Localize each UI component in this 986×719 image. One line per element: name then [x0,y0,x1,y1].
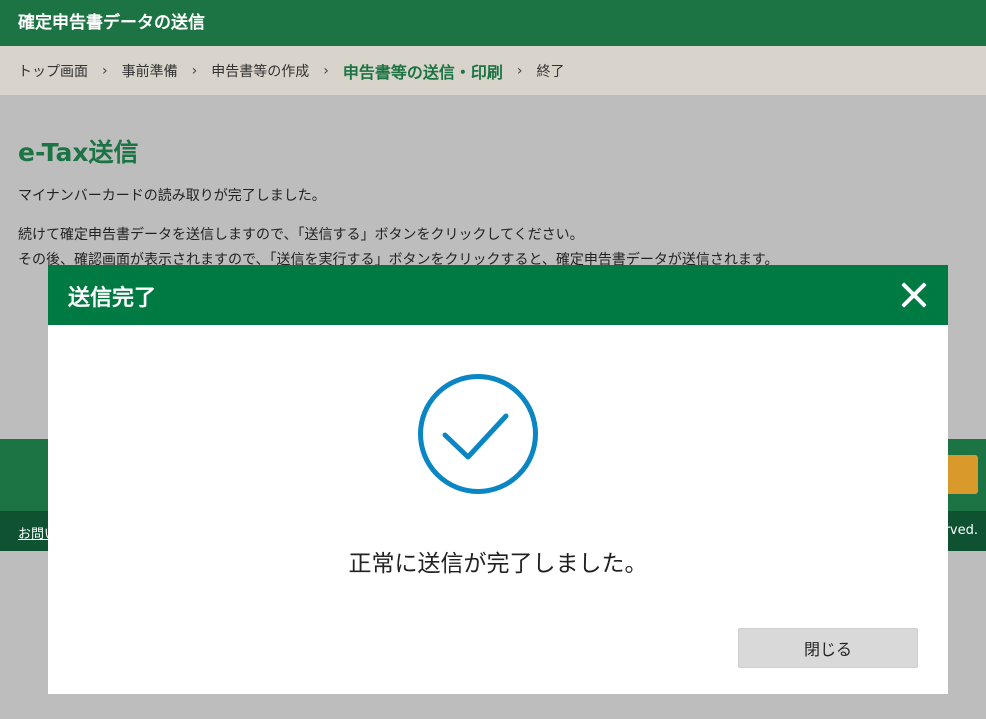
breadcrumb-finish: 終了 [536,63,565,80]
success-message: 正常に送信が完了しました。 [348,551,648,577]
check-circle-icon [418,374,538,494]
breadcrumb-separator-icon: › [102,62,108,79]
breadcrumb-separator-icon: › [191,62,198,79]
breadcrumb-create[interactable]: 申告書等の作成 [211,61,309,81]
dialog-title: 送信完了 [68,286,157,311]
footer-copyright: rved. [944,523,978,538]
close-button[interactable]: 閉じる [738,628,918,668]
page-title: e-Tax送信 [18,138,139,167]
breadcrumb: トップ画面 › 事前準備 › 申告書等の作成 › 申告書等の送信・印刷 › 終了 [0,46,986,95]
page-header-title: 確定申告書データの送信 [18,13,205,33]
breadcrumb-separator-icon: › [323,62,329,79]
app-header: 確定申告書データの送信 [0,0,986,46]
breadcrumb-top[interactable]: トップ画面 [18,61,88,81]
breadcrumb-current-send-print: 申告書等の送信・印刷 [342,62,503,82]
breadcrumb-separator-icon: › [516,62,523,79]
instruction-text: 続けて確定申告書データを送信しますので、「送信する」ボタンをクリックしてください… [18,227,584,243]
close-icon[interactable] [900,281,928,309]
status-text: マイナンバーカードの読み取りが完了しました。 [18,188,326,204]
breadcrumb-preparation[interactable]: 事前準備 [122,61,178,81]
send-complete-dialog: 送信完了 正常に送信が完了しました。 閉じる [48,265,948,694]
dialog-header: 送信完了 [48,265,948,325]
